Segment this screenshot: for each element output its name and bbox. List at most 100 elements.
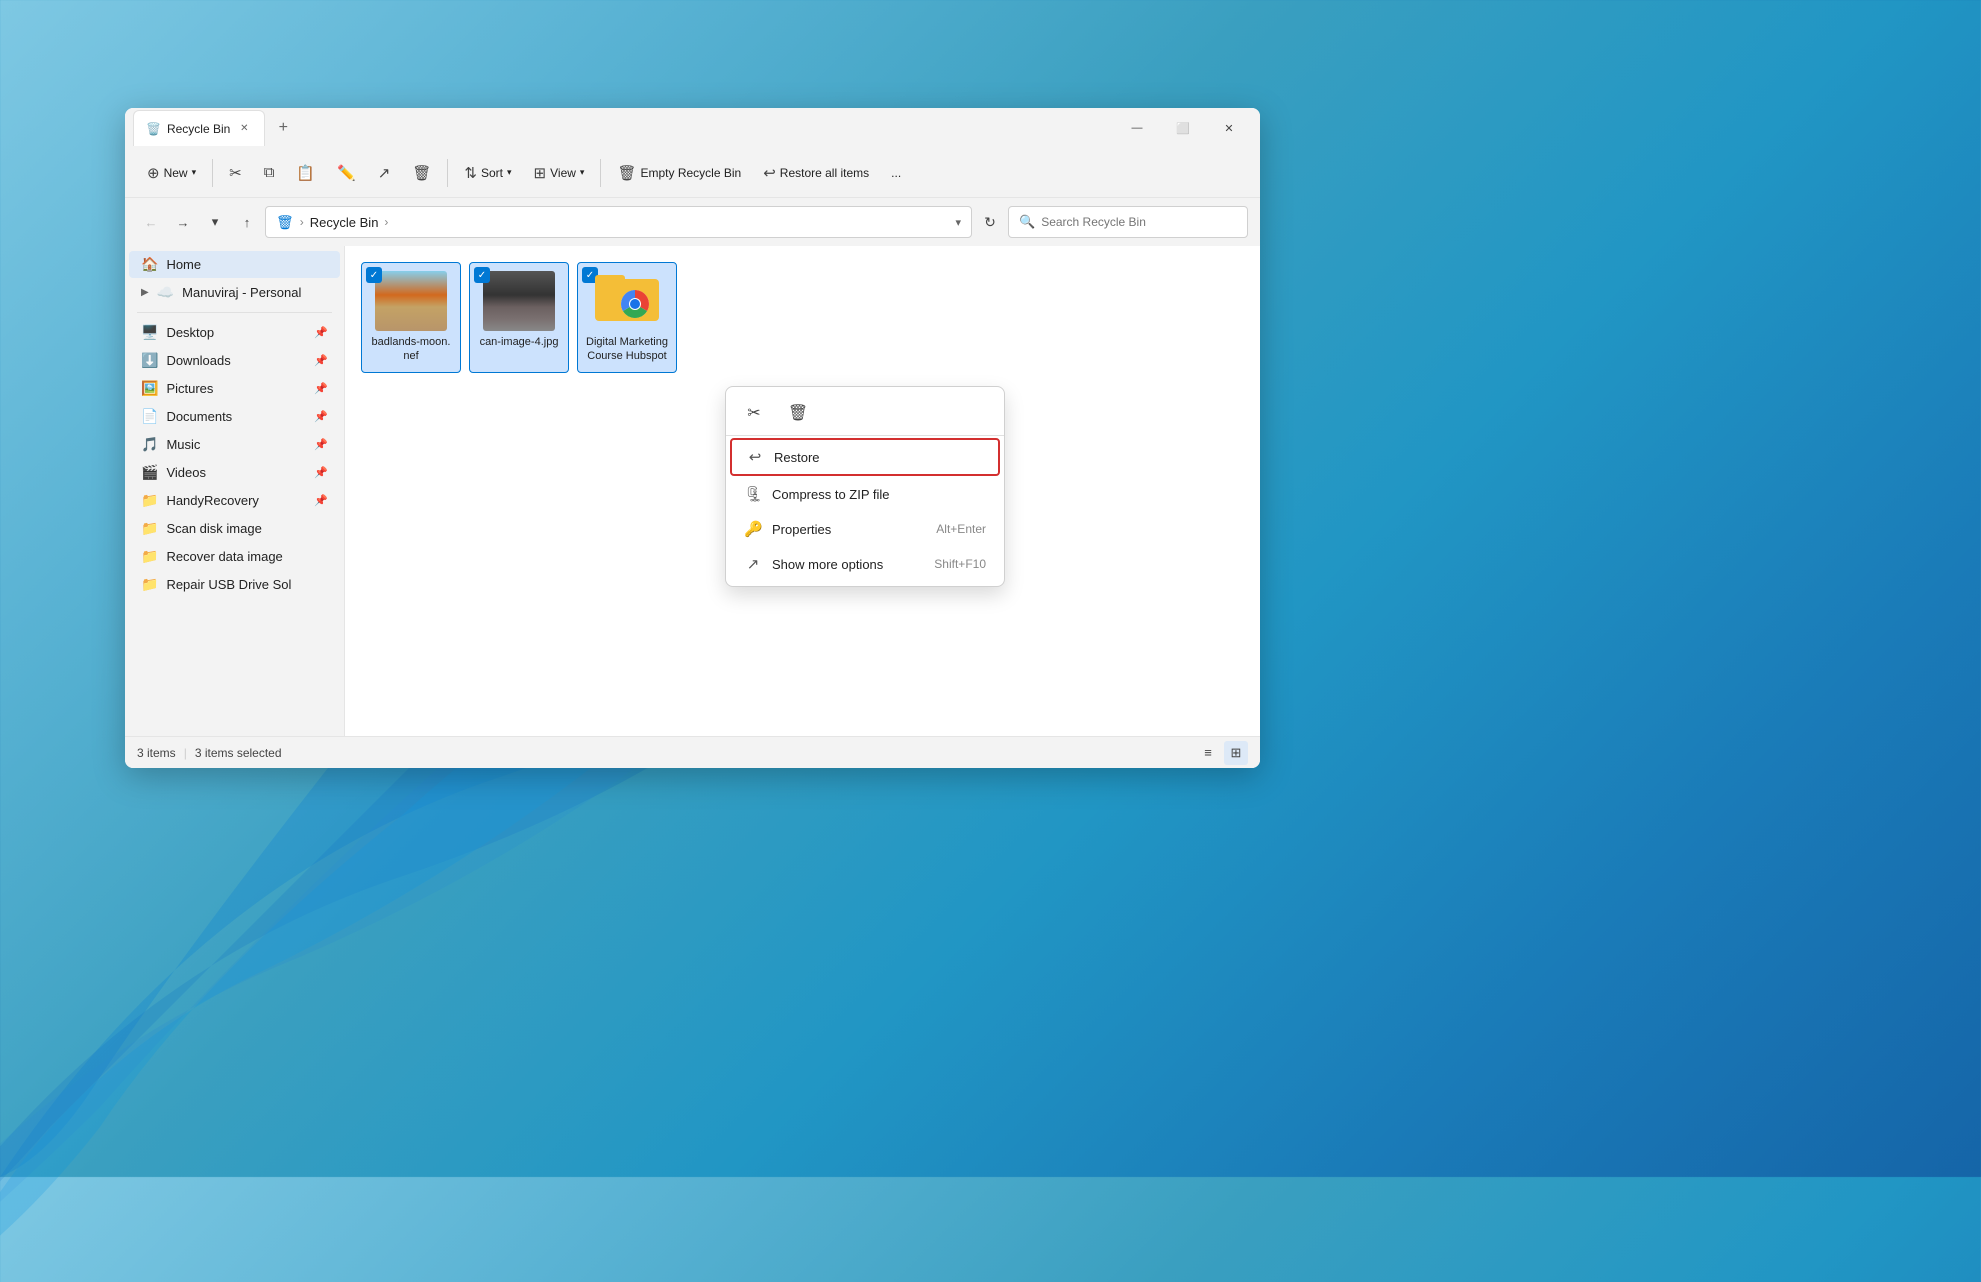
list-view-button[interactable]: ≡ (1196, 741, 1220, 765)
empty-recycle-bin-button[interactable]: 🗑 Empty Recycle Bin (607, 159, 751, 187)
path-separator-2: › (384, 215, 388, 229)
restore-all-button[interactable]: ↩ Restore all items (753, 159, 879, 187)
recent-locations-button[interactable]: ▾ (201, 208, 229, 236)
close-button[interactable]: ✕ (1206, 112, 1252, 144)
maximize-button[interactable]: ⬜ (1160, 112, 1206, 144)
cut-icon: ✂ (229, 164, 242, 182)
new-tab-button[interactable]: + (269, 114, 297, 142)
file-name-badlands: badlands-moon. nef (370, 335, 452, 364)
toolbar-sep-3 (600, 159, 601, 187)
sidebar-item-home[interactable]: 🏠 Home (129, 251, 340, 278)
sidebar-item-scandisk[interactable]: 📁 Scan disk image (129, 515, 340, 542)
file-item-digitalmarketing[interactable]: ✓ (577, 262, 677, 373)
pin-icon-videos: 📌 (314, 466, 328, 479)
ctx-delete-button[interactable]: 🗑 (782, 397, 814, 429)
file-item-badlands[interactable]: ✓ badlands-moon. nef (361, 262, 461, 373)
delete-icon: 🗑 (412, 164, 431, 182)
sidebar-item-repairusb[interactable]: 📁 Repair USB Drive Sol (129, 571, 340, 598)
tab-recycle-icon: 🗑️ (146, 122, 161, 136)
ctx-properties-left: 🔑 Properties (744, 520, 831, 538)
up-button[interactable]: ↑ (233, 208, 261, 236)
explorer-window: 🗑️ Recycle Bin ✕ + — ⬜ ✕ ⊕ New ▾ ✂ ⧉ 📋 (125, 108, 1260, 768)
sidebar-item-pictures[interactable]: 🖼️ Pictures 📌 (129, 375, 340, 402)
empty-bin-icon: 🗑 (617, 164, 636, 182)
minimize-button[interactable]: — (1114, 112, 1160, 144)
sidebar-downloads-label: Downloads (166, 353, 306, 368)
sidebar-item-documents[interactable]: 📄 Documents 📌 (129, 403, 340, 430)
pin-icon-music: 📌 (314, 438, 328, 451)
address-bar: ← → ▾ ↑ 🗑 › Recycle Bin › ▾ ↻ 🔍 (125, 198, 1260, 246)
search-icon: 🔍 (1019, 214, 1035, 230)
sidebar-recoverdata-label: Recover data image (166, 549, 328, 564)
paste-icon: 📋 (296, 164, 315, 182)
search-input[interactable] (1041, 215, 1237, 229)
explorer-tab[interactable]: 🗑️ Recycle Bin ✕ (133, 110, 265, 146)
file-checkbox-can[interactable]: ✓ (474, 267, 490, 283)
downloads-icon: ⬇️ (141, 352, 158, 369)
copy-button[interactable]: ⧉ (254, 159, 285, 186)
sidebar-item-recoverdata[interactable]: 📁 Recover data image (129, 543, 340, 570)
more-label: ... (891, 166, 901, 180)
path-icon: 🗑 (276, 214, 294, 231)
sidebar-music-label: Music (166, 437, 306, 452)
view-label: View (550, 166, 576, 180)
file-thumbnail-folder (591, 271, 663, 331)
sidebar-item-videos[interactable]: 🎬 Videos 📌 (129, 459, 340, 486)
sidebar-item-desktop[interactable]: 🖥️ Desktop 📌 (129, 319, 340, 346)
handyrecovery-icon: 📁 (141, 492, 158, 509)
path-separator-1: › (300, 215, 304, 229)
cut-button[interactable]: ✂ (219, 159, 252, 187)
tab-close-button[interactable]: ✕ (236, 121, 252, 137)
grid-view-button[interactable]: ⊞ (1224, 741, 1248, 765)
window-controls: — ⬜ ✕ (1114, 112, 1252, 144)
sidebar: 🏠 Home ▶ ☁️ Manuviraj - Personal 🖥️ Desk… (125, 246, 345, 736)
file-item-can[interactable]: ✓ can-image-4.jpg (469, 262, 569, 373)
file-checkbox-badlands[interactable]: ✓ (366, 267, 382, 283)
sort-button[interactable]: ⇅ Sort ▾ (454, 159, 521, 187)
view-dropdown-icon: ▾ (580, 167, 585, 178)
sidebar-item-onedrive[interactable]: ▶ ☁️ Manuviraj - Personal (129, 279, 340, 306)
view-icon: ⊞ (534, 164, 547, 182)
items-count: 3 items (137, 746, 176, 760)
sidebar-item-downloads[interactable]: ⬇️ Downloads 📌 (129, 347, 340, 374)
sidebar-item-handyrecovery[interactable]: 📁 HandyRecovery 📌 (129, 487, 340, 514)
ctx-show-more-left: ↗ Show more options (744, 555, 883, 573)
ctx-restore-item[interactable]: ↩ Restore (730, 438, 1000, 476)
more-options-button[interactable]: ... (881, 161, 911, 185)
path-recycle-bin: Recycle Bin (310, 215, 379, 230)
ctx-cut-button[interactable]: ✂ (738, 397, 770, 429)
ctx-compress-item[interactable]: 🗜 Compress to ZIP file (730, 477, 1000, 511)
copy-icon: ⧉ (264, 164, 275, 181)
share-button[interactable]: ↗ (368, 159, 401, 187)
pin-icon-handyrecovery: 📌 (314, 494, 328, 507)
view-button[interactable]: ⊞ View ▾ (524, 159, 595, 187)
ctx-show-more-label: Show more options (772, 557, 883, 572)
restore-all-label: Restore all items (780, 166, 869, 180)
toolbar-sep-1 (212, 159, 213, 187)
path-dropdown-button[interactable]: ▾ (955, 216, 961, 229)
videos-icon: 🎬 (141, 464, 158, 481)
forward-button[interactable]: → (169, 208, 197, 236)
search-box: 🔍 (1008, 206, 1248, 238)
status-separator: | (184, 746, 187, 760)
desktop-icon: 🖥️ (141, 324, 158, 341)
sort-dropdown-icon: ▾ (507, 167, 512, 178)
paste-button[interactable]: 📋 (286, 159, 325, 187)
ctx-show-more-item[interactable]: ↗ Show more options Shift+F10 (730, 547, 1000, 581)
refresh-button[interactable]: ↻ (976, 208, 1004, 236)
back-button[interactable]: ← (137, 208, 165, 236)
title-bar-tabs: 🗑️ Recycle Bin ✕ + (133, 110, 1114, 146)
ctx-delete-icon: 🗑 (788, 403, 808, 423)
delete-button[interactable]: 🗑 (402, 159, 441, 187)
ctx-properties-item[interactable]: 🔑 Properties Alt+Enter (730, 512, 1000, 546)
file-thumbnail-can (483, 271, 555, 331)
sidebar-item-music[interactable]: 🎵 Music 📌 (129, 431, 340, 458)
tab-title: Recycle Bin (167, 122, 230, 136)
ctx-properties-label: Properties (772, 522, 831, 537)
home-icon: 🏠 (141, 256, 158, 273)
ctx-compress-left: 🗜 Compress to ZIP file (744, 485, 890, 503)
file-name-digitalmarketing: Digital Marketing Course Hubspot (586, 335, 668, 364)
new-button[interactable]: ⊕ New ▾ (137, 159, 206, 187)
rename-button[interactable]: ✏️ (327, 159, 366, 187)
address-path[interactable]: 🗑 › Recycle Bin › ▾ (265, 206, 972, 238)
